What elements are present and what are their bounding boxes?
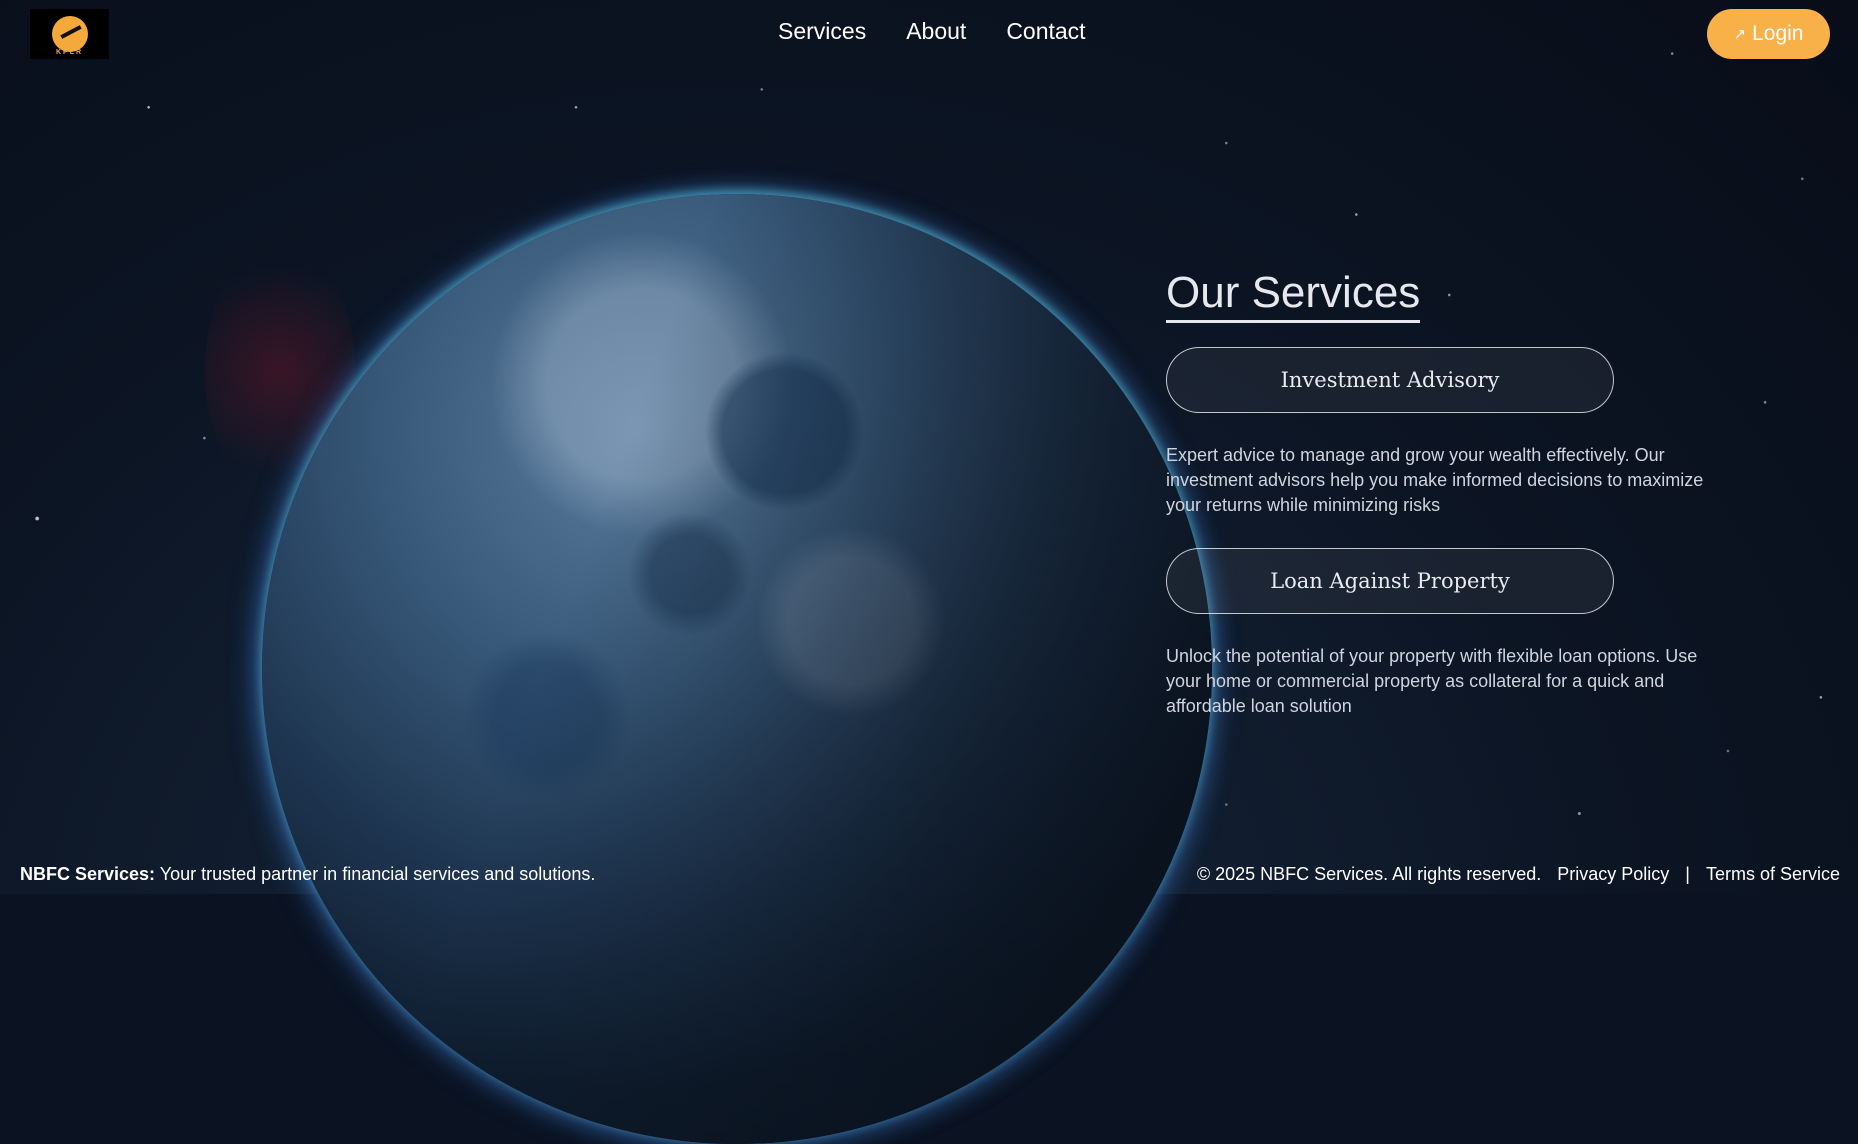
investment-advisory-button[interactable]: Investment Advisory	[1166, 347, 1614, 413]
telescope-icon	[51, 16, 88, 52]
main-nav: Services About Contact	[778, 18, 1086, 45]
nav-about[interactable]: About	[906, 18, 966, 45]
logo-text: KPLR	[55, 49, 84, 56]
services-section: Our Services Investment Advisory Expert …	[1166, 268, 1726, 719]
loan-against-property-button[interactable]: Loan Against Property	[1166, 548, 1614, 614]
nav-contact[interactable]: Contact	[1006, 18, 1085, 45]
footer-links: © 2025 NBFC Services. All rights reserve…	[1197, 864, 1840, 885]
footer-tagline-text: Your trusted partner in financial servic…	[159, 864, 596, 884]
terms-of-service-link[interactable]: Terms of Service	[1706, 864, 1840, 885]
privacy-policy-link[interactable]: Privacy Policy	[1557, 864, 1669, 885]
footer-copyright: © 2025 NBFC Services. All rights reserve…	[1196, 864, 1542, 884]
footer-tagline: NBFC Services: Your trusted partner in f…	[20, 864, 595, 885]
arrow-up-right-icon: ↗	[1733, 26, 1747, 43]
footer-brand-label: NBFC Services:	[20, 864, 156, 884]
earth-image	[262, 194, 1212, 1144]
nav-services[interactable]: Services	[778, 18, 866, 45]
login-label: Login	[1752, 22, 1804, 45]
loan-against-property-description: Unlock the potential of your property wi…	[1166, 646, 1698, 716]
logo[interactable]: KPLR	[30, 9, 109, 59]
investment-advisory-description: Expert advice to manage and grow your we…	[1166, 445, 1704, 515]
footer-separator: |	[1685, 864, 1690, 884]
login-button[interactable]: ↗ Login	[1707, 9, 1830, 59]
services-heading: Our Services	[1166, 268, 1421, 323]
